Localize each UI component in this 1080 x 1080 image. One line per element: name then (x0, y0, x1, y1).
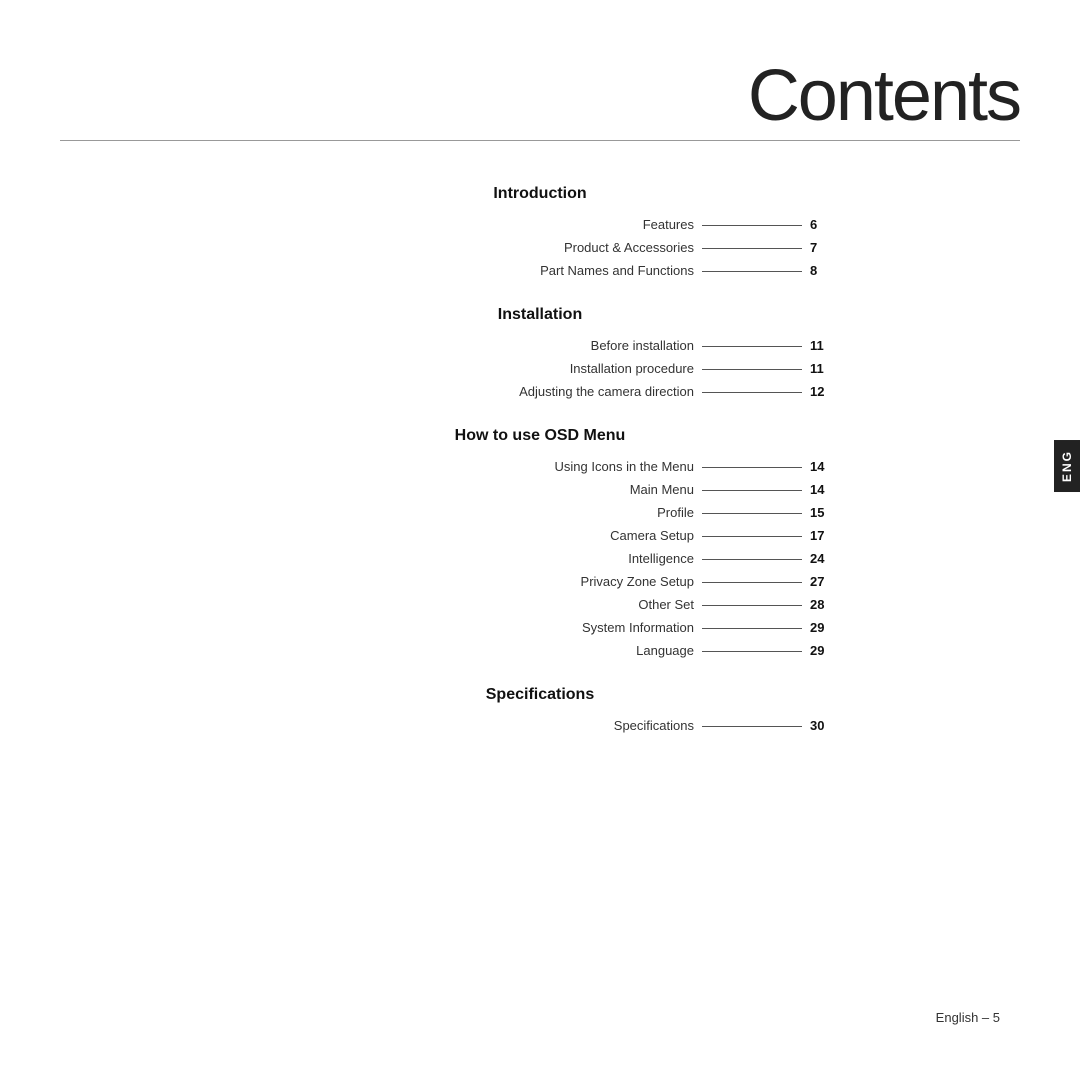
toc-main-menu-label: Main Menu (630, 482, 694, 497)
introduction-section: Introduction Features 6 Product & Access… (250, 185, 830, 278)
toc-language-page: 29 (810, 643, 830, 658)
title-divider (60, 140, 1020, 141)
toc-installation-procedure-page: 11 (810, 361, 830, 376)
toc-accessories-page: 7 (810, 240, 830, 255)
toc-part-names-label: Part Names and Functions (540, 263, 694, 278)
toc-main-menu-page: 14 (810, 482, 830, 497)
content-area: Introduction Features 6 Product & Access… (250, 185, 830, 761)
toc-dots (702, 726, 802, 727)
toc-camera-direction: Adjusting the camera direction 12 (250, 384, 830, 399)
osd-menu-header: How to use OSD Menu (250, 427, 830, 445)
toc-before-installation-page: 11 (810, 338, 830, 353)
toc-features: Features 6 (250, 217, 830, 232)
toc-specifications-label: Specifications (614, 718, 694, 733)
toc-specifications: Specifications 30 (250, 718, 830, 733)
page-title: Contents (60, 60, 1020, 132)
toc-camera-setup: Camera Setup 17 (250, 528, 830, 543)
toc-dots (702, 490, 802, 491)
toc-dots (702, 392, 802, 393)
toc-camera-setup-label: Camera Setup (610, 528, 694, 543)
toc-profile-label: Profile (657, 505, 694, 520)
toc-before-installation-label: Before installation (591, 338, 694, 353)
toc-system-info-page: 29 (810, 620, 830, 635)
toc-language-label: Language (636, 643, 694, 658)
toc-accessories: Product & Accessories 7 (250, 240, 830, 255)
lang-tab: ENG (1054, 440, 1080, 492)
toc-dots (702, 582, 802, 583)
toc-installation-procedure: Installation procedure 11 (250, 361, 830, 376)
toc-camera-direction-label: Adjusting the camera direction (519, 384, 694, 399)
toc-using-icons-label: Using Icons in the Menu (555, 459, 694, 474)
toc-specifications-page: 30 (810, 718, 830, 733)
toc-dots (702, 225, 802, 226)
toc-before-installation: Before installation 11 (250, 338, 830, 353)
toc-profile-page: 15 (810, 505, 830, 520)
toc-installation-procedure-label: Installation procedure (570, 361, 694, 376)
toc-dots (702, 248, 802, 249)
toc-privacy-zone-label: Privacy Zone Setup (581, 574, 694, 589)
toc-intelligence: Intelligence 24 (250, 551, 830, 566)
toc-profile: Profile 15 (250, 505, 830, 520)
toc-dots (702, 605, 802, 606)
toc-privacy-zone-page: 27 (810, 574, 830, 589)
toc-features-label: Features (643, 217, 694, 232)
installation-header: Installation (250, 306, 830, 324)
toc-dots (702, 271, 802, 272)
toc-part-names: Part Names and Functions 8 (250, 263, 830, 278)
toc-accessories-label: Product & Accessories (564, 240, 694, 255)
toc-system-info: System Information 29 (250, 620, 830, 635)
toc-camera-setup-page: 17 (810, 528, 830, 543)
toc-using-icons-page: 14 (810, 459, 830, 474)
toc-using-icons: Using Icons in the Menu 14 (250, 459, 830, 474)
toc-intelligence-page: 24 (810, 551, 830, 566)
toc-system-info-label: System Information (582, 620, 694, 635)
installation-section: Installation Before installation 11 Inst… (250, 306, 830, 399)
toc-dots (702, 513, 802, 514)
toc-camera-direction-page: 12 (810, 384, 830, 399)
toc-dots (702, 467, 802, 468)
toc-part-names-page: 8 (810, 263, 830, 278)
introduction-header: Introduction (250, 185, 830, 203)
specifications-header: Specifications (250, 686, 830, 704)
osd-menu-section: How to use OSD Menu Using Icons in the M… (250, 427, 830, 658)
toc-dots (702, 536, 802, 537)
toc-dots (702, 651, 802, 652)
toc-dots (702, 346, 802, 347)
toc-privacy-zone: Privacy Zone Setup 27 (250, 574, 830, 589)
toc-other-set-page: 28 (810, 597, 830, 612)
footer-text: English – 5 (936, 1010, 1000, 1025)
toc-main-menu: Main Menu 14 (250, 482, 830, 497)
toc-dots (702, 559, 802, 560)
page-container: Contents Introduction Features 6 Product… (0, 0, 1080, 1080)
title-section: Contents (60, 60, 1020, 141)
toc-features-page: 6 (810, 217, 830, 232)
toc-dots (702, 369, 802, 370)
specifications-section: Specifications Specifications 30 (250, 686, 830, 733)
toc-dots (702, 628, 802, 629)
toc-intelligence-label: Intelligence (628, 551, 694, 566)
toc-other-set-label: Other Set (638, 597, 694, 612)
toc-language: Language 29 (250, 643, 830, 658)
toc-other-set: Other Set 28 (250, 597, 830, 612)
